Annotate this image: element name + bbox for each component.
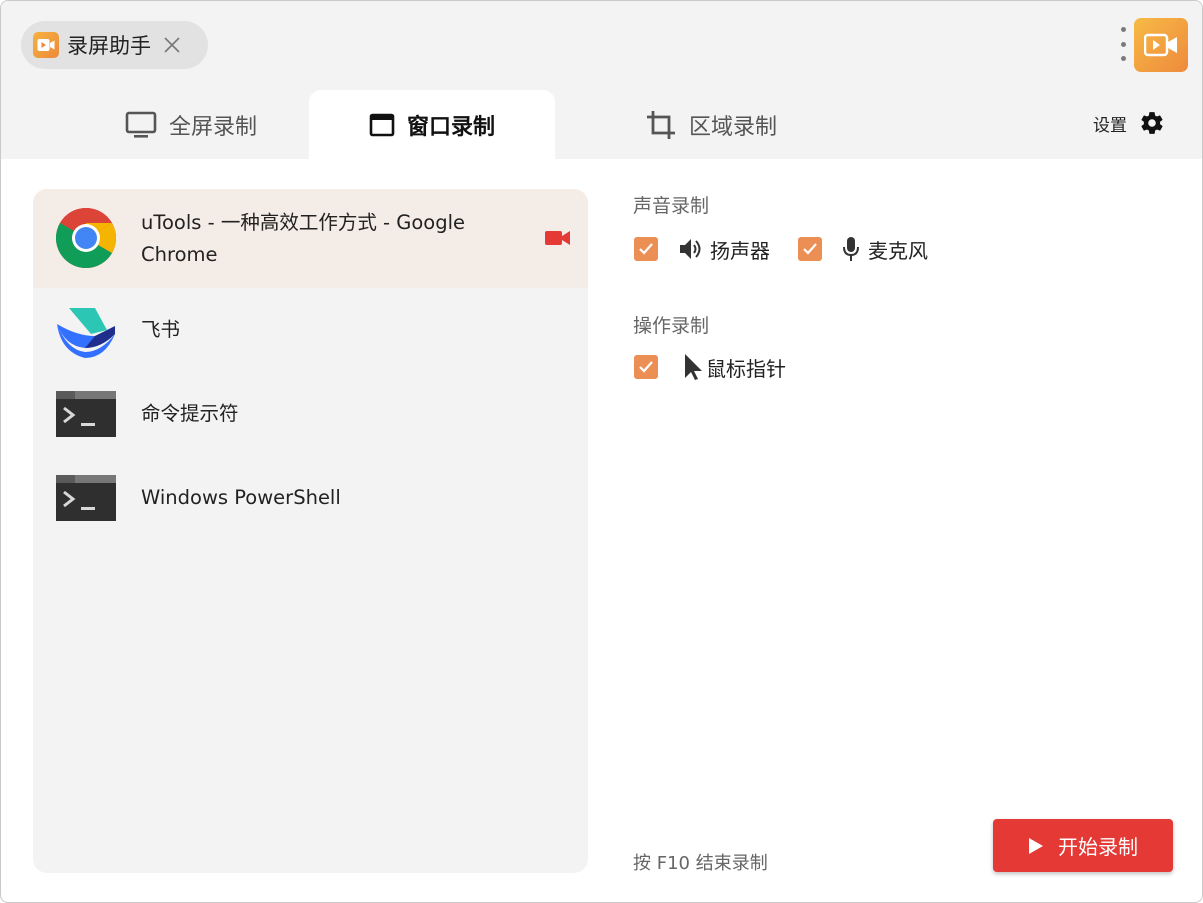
gear-icon [1139, 110, 1165, 136]
cursor-checkbox[interactable] [634, 355, 658, 379]
settings-label: 设置 [1093, 115, 1127, 136]
close-icon[interactable] [161, 34, 183, 56]
top-bar: 录屏助手 全屏录制 窗口录制 区域录制 设置 [1, 1, 1202, 159]
app-logo-icon [33, 32, 59, 58]
speaker-label: 扬声器 [710, 238, 770, 263]
app-name: 录屏助手 [67, 34, 151, 58]
microphone-icon [842, 236, 860, 262]
window-title: uTools - 一种高效工作方式 - Google Chrome [141, 211, 466, 266]
cursor-label: 鼠标指针 [706, 356, 786, 381]
start-recording-label: 开始录制 [1058, 835, 1138, 859]
speaker-checkbox[interactable] [634, 237, 658, 261]
window-title: Windows PowerShell [141, 486, 341, 509]
mouse-pointer-icon [682, 353, 704, 381]
tab-fullscreen[interactable]: 全屏录制 [71, 90, 311, 159]
list-item[interactable]: 命令提示符 [33, 382, 588, 446]
start-recording-button[interactable]: 开始录制 [993, 819, 1173, 872]
stop-hint: 按 F10 结束录制 [633, 853, 768, 874]
terminal-icon [55, 383, 117, 445]
app-window: 录屏助手 全屏录制 窗口录制 区域录制 设置 uTools - 一种高效工作方式… [0, 0, 1203, 903]
crop-icon [645, 109, 677, 141]
window-icon [369, 113, 395, 137]
speaker-option[interactable]: 扬声器 [634, 236, 770, 263]
list-item[interactable]: 飞书 [33, 298, 588, 362]
tab-label: 全屏录制 [168, 114, 257, 140]
more-menu-icon[interactable] [1115, 27, 1131, 61]
terminal-icon [55, 467, 117, 529]
list-item[interactable]: uTools - 一种高效工作方式 - Google Chrome [33, 189, 588, 288]
chrome-icon [55, 207, 117, 269]
tab-label: 区域录制 [688, 114, 777, 140]
operation-section-title: 操作录制 [633, 315, 710, 337]
monitor-icon [125, 111, 157, 139]
tab-window[interactable]: 窗口录制 [309, 90, 555, 159]
settings-button[interactable]: 设置 [1093, 109, 1165, 137]
app-tab[interactable]: 录屏助手 [21, 21, 208, 69]
tab-label: 窗口录制 [406, 114, 495, 140]
play-icon [1028, 837, 1044, 855]
mic-label: 麦克风 [868, 238, 928, 263]
audio-section-title: 声音录制 [633, 195, 710, 217]
window-title: 飞书 [141, 318, 181, 341]
mic-checkbox[interactable] [798, 237, 822, 261]
window-list: uTools - 一种高效工作方式 - Google Chrome 飞书 命令提… [33, 189, 588, 873]
mic-option[interactable]: 麦克风 [798, 236, 928, 263]
recorder-logo-icon [1134, 18, 1188, 72]
cursor-option[interactable]: 鼠标指针 [634, 353, 786, 381]
recording-camera-icon [545, 229, 571, 251]
tab-region[interactable]: 区域录制 [591, 90, 831, 159]
list-item[interactable]: Windows PowerShell [33, 466, 588, 530]
window-title: 命令提示符 [141, 402, 239, 425]
feishu-icon [55, 302, 117, 364]
speaker-icon [678, 237, 704, 261]
